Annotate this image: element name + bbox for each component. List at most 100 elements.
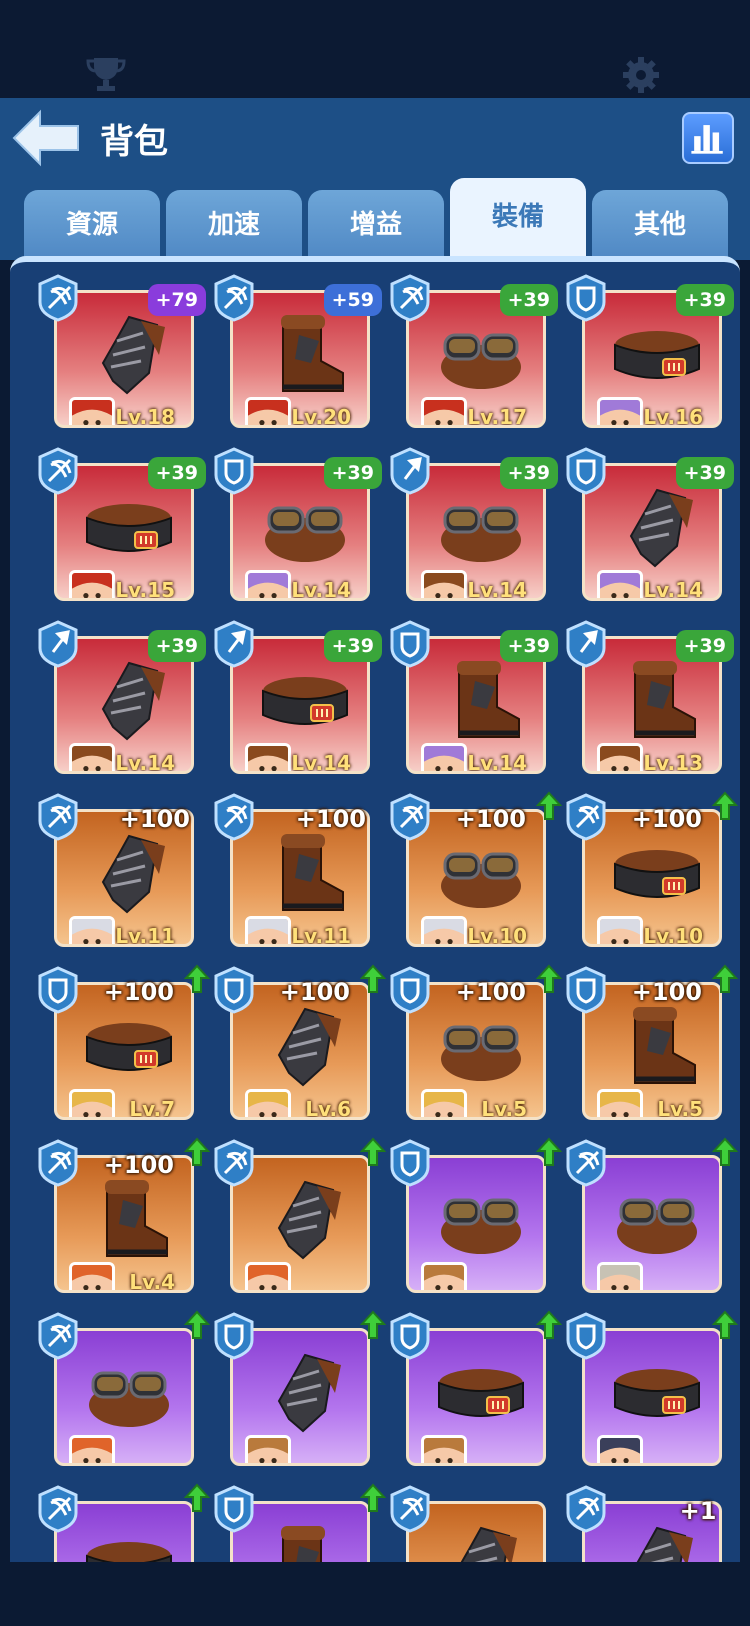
hero-avatar xyxy=(597,397,643,425)
crossbow-icon xyxy=(564,1485,608,1533)
crossbow-icon xyxy=(36,1139,80,1187)
bonus-badge: +100 xyxy=(295,805,366,833)
equipment-item[interactable]: Lv.6 +100 xyxy=(206,964,387,1124)
gauntlet-icon xyxy=(259,1176,351,1262)
page-title: 背包 xyxy=(100,122,168,162)
hero-avatar xyxy=(421,570,467,598)
equipment-item[interactable]: Lv.11 +100 xyxy=(206,791,382,951)
equipment-item[interactable]: Lv.14 +39 xyxy=(382,618,558,778)
shield-icon xyxy=(212,1312,256,1360)
gauntlet-icon xyxy=(83,657,175,743)
equipment-item[interactable]: Lv.13 +39 xyxy=(558,618,734,778)
equipment-item[interactable]: Lv.14 +39 xyxy=(382,445,558,605)
item-level: Lv.14 xyxy=(467,751,527,774)
boot-icon xyxy=(435,657,527,743)
shield-icon xyxy=(212,1485,256,1533)
equipment-item[interactable]: Lv.17 +39 xyxy=(382,272,558,432)
hero-avatar xyxy=(245,916,291,944)
item-level: Lv.13 xyxy=(643,751,703,774)
bonus-badge: +1 xyxy=(679,1497,717,1525)
hero-avatar xyxy=(421,916,467,944)
crossbow-icon xyxy=(212,274,256,322)
navigation-bar xyxy=(0,1562,750,1626)
inventory-panel: Lv.18 +79 Lv.20 +59 Lv.17 +39 Lv.16 +39 Lv.15 +39… xyxy=(10,256,740,1562)
equipment-item[interactable]: Lv.10 +100 xyxy=(382,791,563,951)
equipment-item[interactable]: Lv.14 +39 xyxy=(30,618,206,778)
shield-icon xyxy=(564,1312,608,1360)
equipment-item[interactable]: Lv.18 +79 xyxy=(30,272,206,432)
equipment-item[interactable] xyxy=(382,1483,558,1562)
shield-icon xyxy=(564,447,608,495)
item-level: Lv.20 xyxy=(291,405,351,428)
belt-icon xyxy=(435,1349,527,1435)
equipment-item[interactable]: Lv.4 +100 xyxy=(30,1137,211,1297)
crossbow-icon xyxy=(388,274,432,322)
belt-icon xyxy=(83,484,175,570)
item-level: Lv.11 xyxy=(291,924,351,947)
belt-icon xyxy=(611,311,703,397)
crossbow-icon xyxy=(36,447,80,495)
equipment-item[interactable] xyxy=(382,1137,563,1297)
equipment-item[interactable]: Lv.5 +100 xyxy=(382,964,563,1124)
shield-icon xyxy=(388,1139,432,1187)
gauntlet-icon xyxy=(259,1003,351,1089)
tab-1[interactable]: 加速 xyxy=(166,190,302,260)
equipment-item[interactable]: Lv.11 +100 xyxy=(30,791,206,951)
equipment-item[interactable] xyxy=(558,1137,739,1297)
item-level: Lv.14 xyxy=(291,751,351,774)
equipment-item[interactable]: Lv.10 +100 xyxy=(558,791,739,951)
back-arrow-icon[interactable] xyxy=(10,108,82,168)
item-level: Lv.4 xyxy=(129,1270,175,1293)
crossbow-icon xyxy=(388,793,432,841)
belt-icon xyxy=(259,657,351,743)
equipment-item[interactable]: Lv.16 +39 xyxy=(558,272,734,432)
hero-avatar xyxy=(421,1089,467,1117)
gauntlet-icon xyxy=(259,1349,351,1435)
upgrade-arrow-icon xyxy=(711,1137,739,1167)
bonus-badge: +39 xyxy=(499,284,558,316)
boot-icon xyxy=(259,830,351,916)
equipment-item[interactable]: Lv.14 +39 xyxy=(558,445,734,605)
shovel-icon xyxy=(388,447,432,495)
header-bar: 背包 xyxy=(0,98,750,180)
equipment-item[interactable] xyxy=(382,1310,563,1470)
equipment-item[interactable]: Lv.20 +59 xyxy=(206,272,382,432)
hero-avatar xyxy=(597,1435,643,1463)
shovel-icon xyxy=(212,620,256,668)
equipment-item[interactable]: Lv.7 +100 xyxy=(30,964,211,1124)
equipment-item[interactable]: Lv.14 +39 xyxy=(206,618,382,778)
tab-2[interactable]: 增益 xyxy=(308,190,444,260)
bonus-badge: +59 xyxy=(323,284,382,316)
bonus-badge: +100 xyxy=(103,978,174,1006)
hero-avatar xyxy=(69,1435,115,1463)
equipment-item[interactable] xyxy=(558,1310,739,1470)
trophy-icon[interactable] xyxy=(86,56,126,92)
shield-icon xyxy=(388,1312,432,1360)
item-level: Lv.11 xyxy=(115,924,175,947)
equipment-item[interactable]: Lv.15 +39 xyxy=(30,445,206,605)
equipment-item[interactable] xyxy=(206,1310,387,1470)
shovel-icon xyxy=(564,620,608,668)
equipment-item[interactable] xyxy=(206,1483,387,1562)
goggles-icon xyxy=(435,1003,527,1089)
goggles-icon xyxy=(611,1176,703,1262)
gear-icon[interactable] xyxy=(622,56,660,94)
tab-3[interactable]: 裝備 xyxy=(450,178,586,260)
hero-avatar xyxy=(597,1089,643,1117)
bonus-badge: +39 xyxy=(323,630,382,662)
equipment-item[interactable]: Lv.14 +39 xyxy=(206,445,382,605)
tab-4[interactable]: 其他 xyxy=(592,190,728,260)
equipment-item[interactable]: +1 xyxy=(558,1483,734,1562)
hero-avatar xyxy=(69,1089,115,1117)
equipment-item[interactable]: Lv.5 +100 xyxy=(558,964,739,1124)
tab-0[interactable]: 資源 xyxy=(24,190,160,260)
bonus-badge: +100 xyxy=(119,805,190,833)
equipment-item[interactable] xyxy=(206,1137,387,1297)
stats-button[interactable] xyxy=(682,112,734,164)
bonus-badge: +100 xyxy=(279,978,350,1006)
shield-icon xyxy=(212,966,256,1014)
upgrade-arrow-icon xyxy=(711,1310,739,1340)
shield-icon xyxy=(564,274,608,322)
equipment-item[interactable] xyxy=(30,1310,211,1470)
equipment-item[interactable] xyxy=(30,1483,211,1562)
